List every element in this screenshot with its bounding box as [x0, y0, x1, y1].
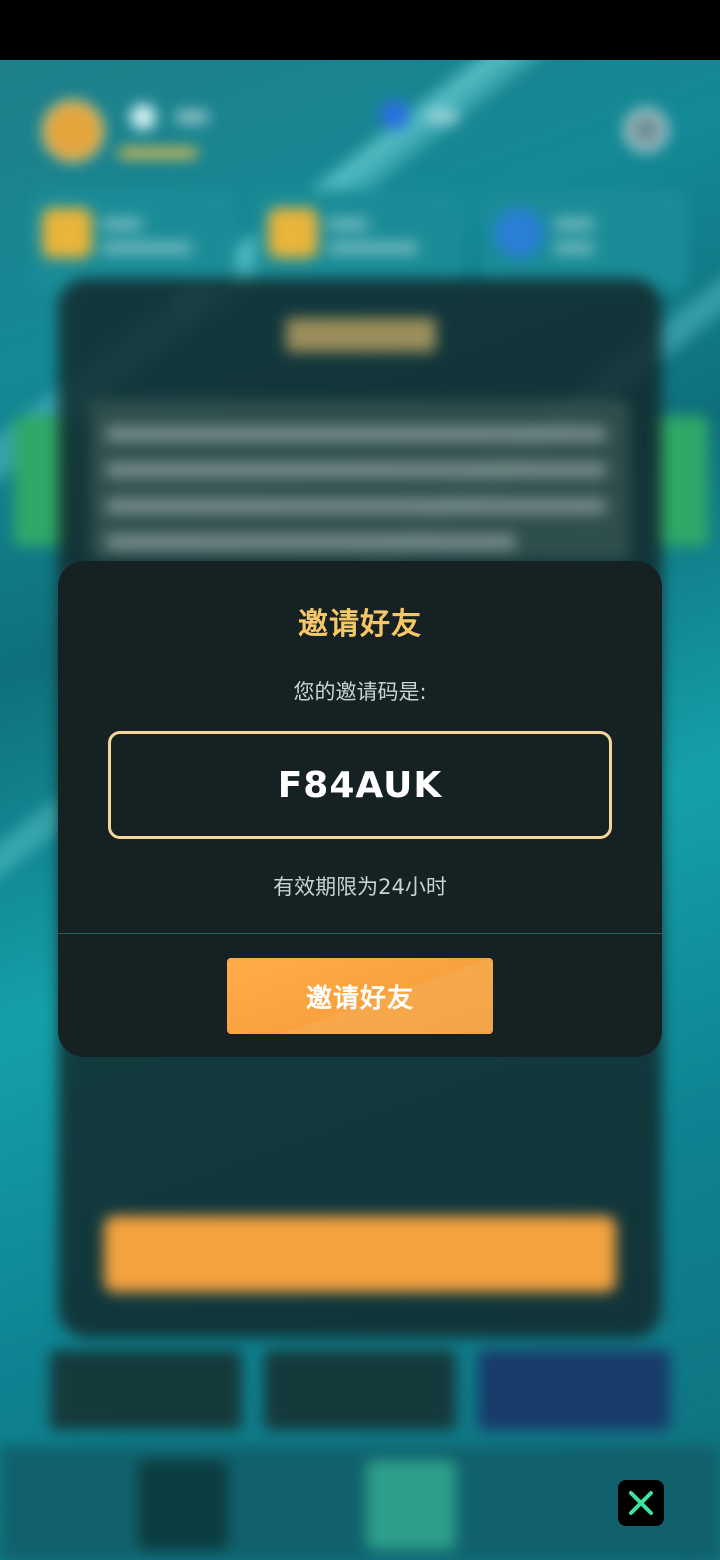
validity-text: 有效期限为24小时	[273, 875, 447, 899]
divider	[58, 933, 662, 934]
close-button[interactable]	[618, 1480, 664, 1526]
dialog-title: 邀请好友	[298, 607, 422, 642]
invite-friend-button[interactable]: 邀请好友	[227, 958, 493, 1034]
modal-overlay: 邀请好友 您的邀请码是: F84AUK 有效期限为24小时 邀请好友	[0, 0, 720, 1560]
invite-code-box[interactable]: F84AUK	[108, 731, 612, 839]
invite-friend-dialog: 邀请好友 您的邀请码是: F84AUK 有效期限为24小时 邀请好友	[58, 561, 662, 1057]
invite-code-value: F84AUK	[277, 764, 443, 806]
close-icon	[629, 1491, 653, 1515]
invite-code-label: 您的邀请码是:	[293, 680, 427, 704]
